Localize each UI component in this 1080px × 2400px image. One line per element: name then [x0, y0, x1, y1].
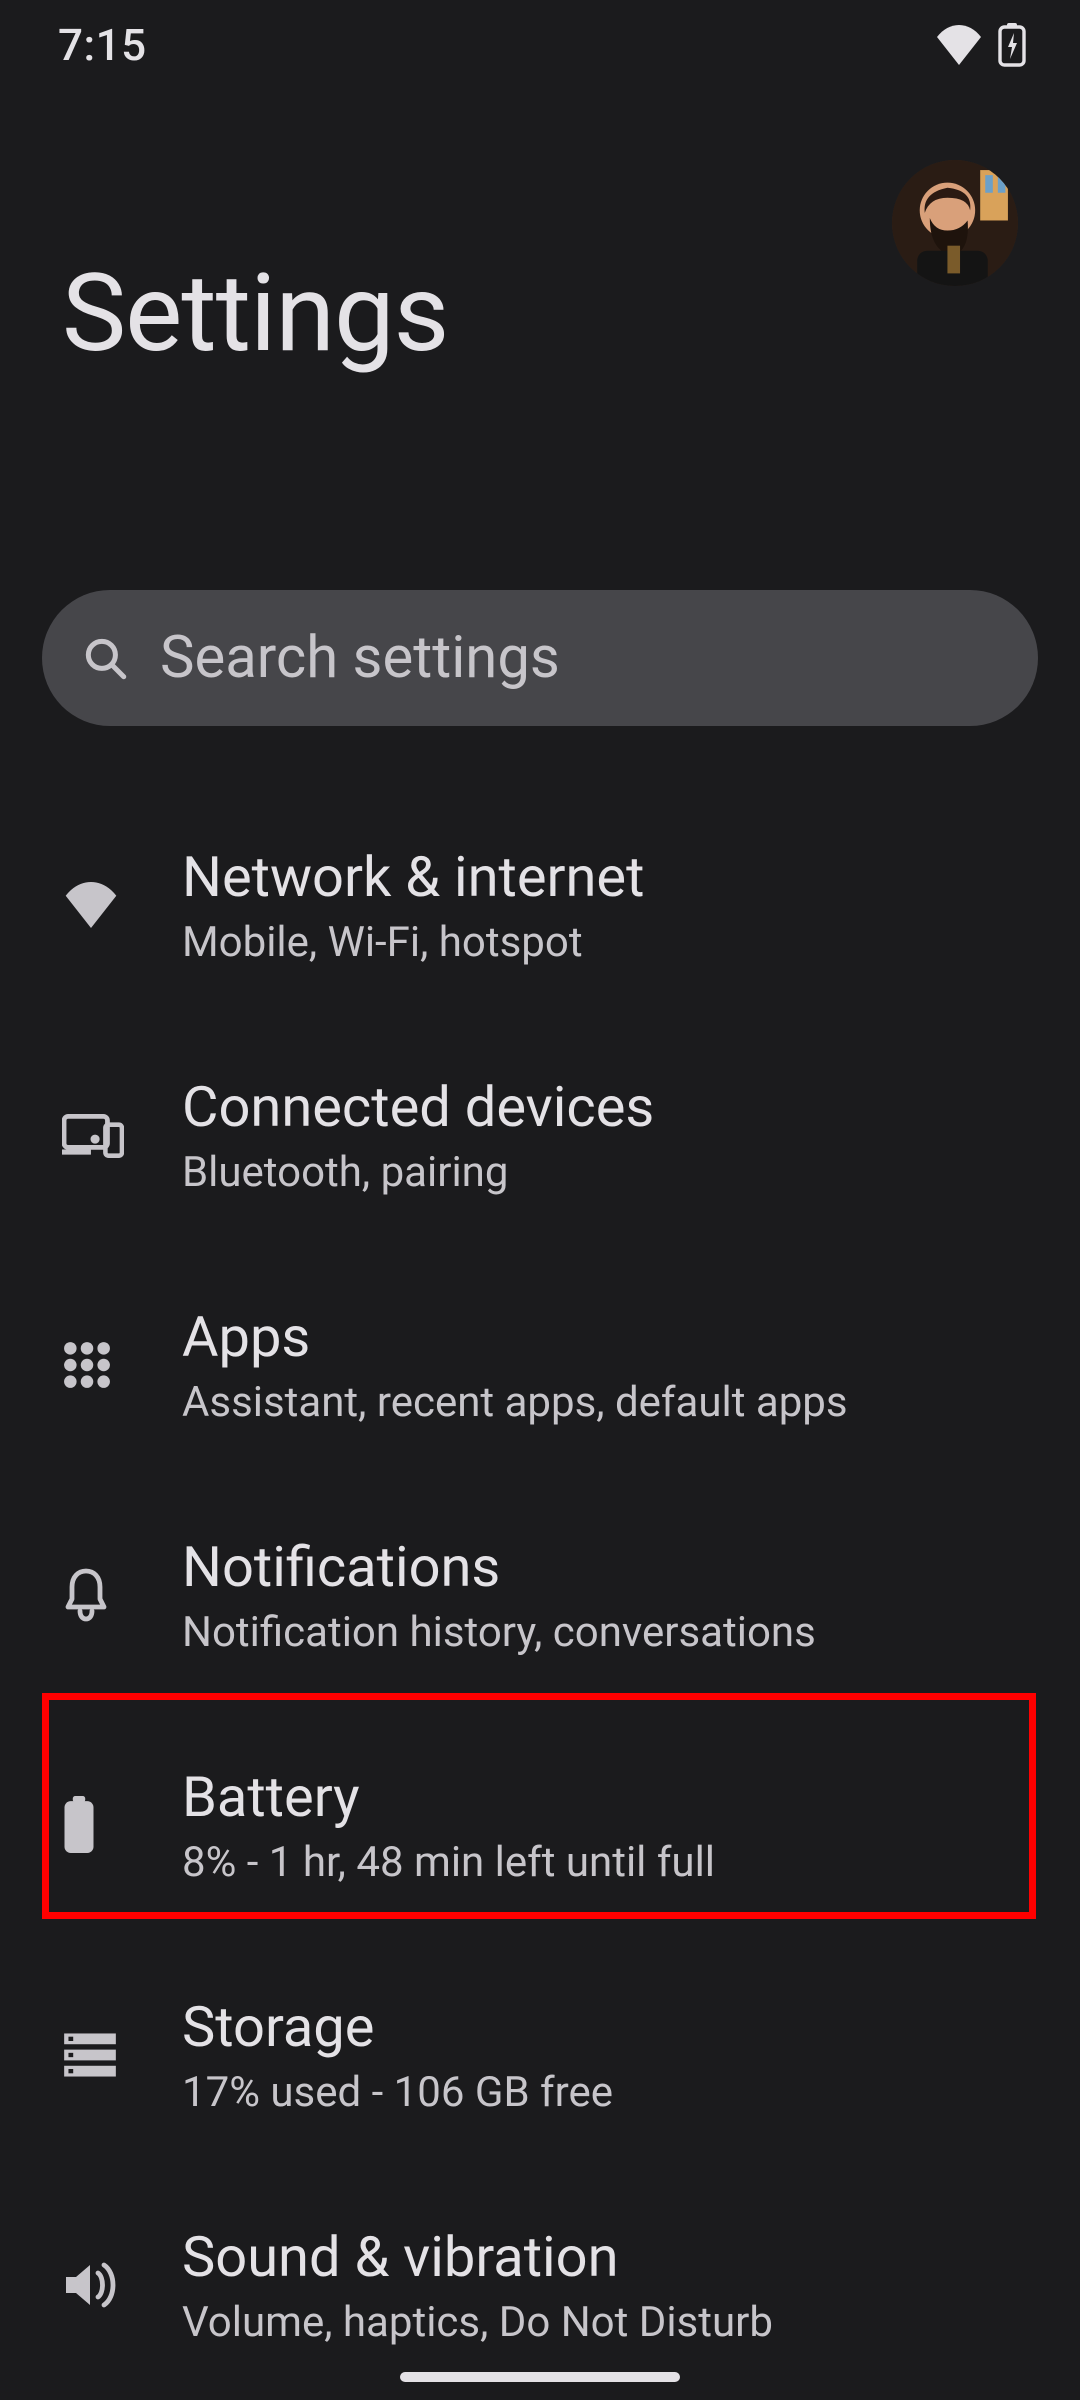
item-subtitle: Assistant, recent apps, default apps: [182, 1378, 1038, 1427]
search-settings[interactable]: Search settings: [42, 590, 1038, 726]
item-subtitle: Bluetooth, pairing: [182, 1148, 1038, 1197]
wifi-icon: [62, 882, 120, 928]
item-title: Storage: [182, 1994, 1038, 2060]
settings-item-network[interactable]: Network & internet Mobile, Wi-Fi, hotspo…: [0, 790, 1080, 1020]
battery-status-icon: [998, 23, 1026, 67]
page-title: Settings: [62, 260, 1018, 368]
devices-icon: [62, 1112, 124, 1158]
status-bar: 7:15: [0, 0, 1080, 90]
item-subtitle: Mobile, Wi-Fi, hotspot: [182, 918, 1038, 967]
battery-icon: [62, 1796, 96, 1854]
header: Settings: [0, 260, 1080, 368]
item-subtitle: Notification history, conversations: [182, 1608, 1038, 1657]
item-title: Notifications: [182, 1534, 1038, 1600]
status-time: 7:15: [58, 19, 147, 71]
settings-item-connected-devices[interactable]: Connected devices Bluetooth, pairing: [0, 1020, 1080, 1250]
item-title: Apps: [182, 1304, 1038, 1370]
settings-item-battery[interactable]: Battery 8% - 1 hr, 48 min left until ful…: [0, 1710, 1080, 1940]
item-title: Network & internet: [182, 844, 1038, 910]
bell-icon: [62, 1567, 110, 1623]
search-placeholder: Search settings: [160, 624, 560, 692]
wifi-status-icon: [934, 25, 984, 65]
nav-handle[interactable]: [400, 2372, 680, 2382]
settings-item-storage[interactable]: Storage 17% used - 106 GB free: [0, 1940, 1080, 2170]
item-subtitle: Volume, haptics, Do Not Disturb: [182, 2298, 1038, 2347]
profile-avatar[interactable]: [892, 160, 1018, 286]
settings-item-notifications[interactable]: Notifications Notification history, conv…: [0, 1480, 1080, 1710]
sound-icon: [62, 2259, 118, 2311]
settings-list: Network & internet Mobile, Wi-Fi, hotspo…: [0, 790, 1080, 2400]
item-title: Connected devices: [182, 1074, 1038, 1140]
settings-item-apps[interactable]: Apps Assistant, recent apps, default app…: [0, 1250, 1080, 1480]
item-title: Sound & vibration: [182, 2224, 1038, 2290]
item-subtitle: 17% used - 106 GB free: [182, 2068, 1038, 2117]
storage-icon: [62, 2031, 118, 2079]
apps-icon: [62, 1340, 112, 1390]
search-icon: [80, 633, 130, 683]
item-title: Battery: [182, 1764, 1038, 1830]
item-subtitle: 8% - 1 hr, 48 min left until full: [182, 1838, 1038, 1887]
settings-item-sound[interactable]: Sound & vibration Volume, haptics, Do No…: [0, 2170, 1080, 2400]
status-icons: [934, 23, 1026, 67]
